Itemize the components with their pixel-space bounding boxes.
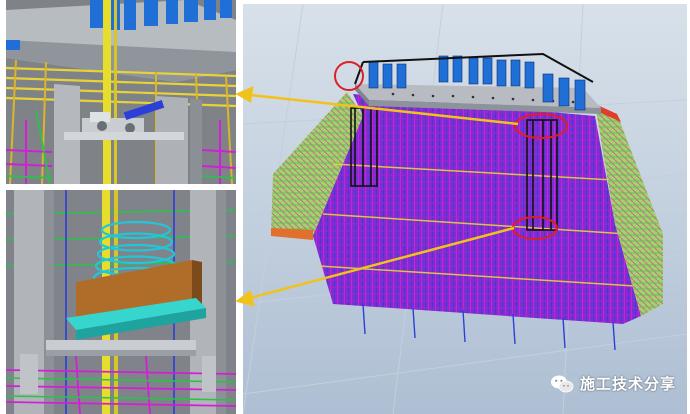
main-3d-render: [243, 4, 687, 414]
main-3d-view: [243, 4, 687, 414]
watermark-text: 施工技术分享: [579, 375, 676, 393]
detail-top-render: [6, 0, 236, 184]
detail-view-bottom: [6, 190, 236, 414]
detail-view-top: [6, 0, 236, 184]
wechat-icon: [550, 375, 574, 392]
watermark: 施工技术分享: [550, 373, 676, 394]
detail-bottom-render: [6, 190, 236, 414]
bim-rebar-figure: 施工技术分享: [0, 0, 690, 414]
